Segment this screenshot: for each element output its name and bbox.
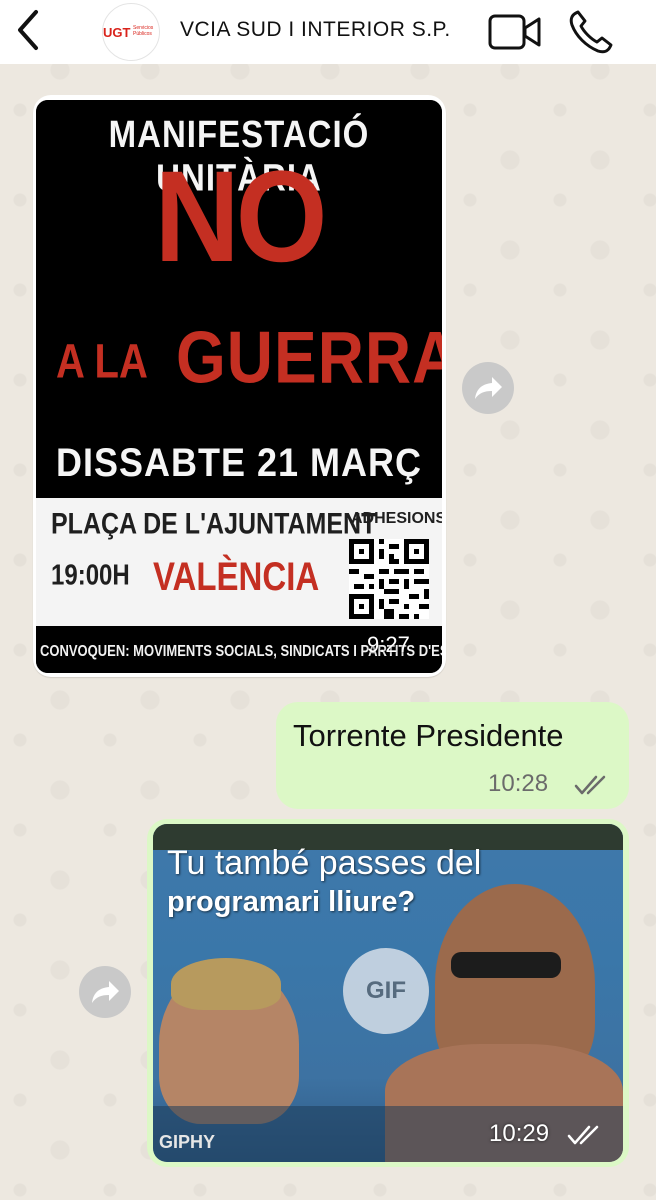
double-check-icon — [567, 1125, 599, 1145]
poster-city: VALÈNCIA — [153, 554, 320, 599]
video-call-button[interactable] — [487, 12, 543, 57]
forward-arrow-icon — [92, 981, 119, 1003]
back-button[interactable] — [8, 8, 48, 52]
poster-no: NO — [154, 144, 328, 290]
double-check-icon — [574, 775, 606, 795]
gif-play-badge[interactable]: GIF — [343, 948, 429, 1034]
gif-person-left-hair — [171, 958, 281, 1010]
giphy-attribution: GIPHY — [159, 1132, 216, 1152]
poster-adhesions-label: ADHESIONS: — [351, 510, 442, 527]
chevron-left-icon — [18, 10, 38, 50]
forward-button[interactable] — [79, 966, 131, 1018]
gif-caption-line2: programari lliure? — [167, 886, 416, 918]
voice-call-button[interactable] — [566, 8, 618, 61]
gif-water — [153, 1106, 623, 1162]
poster-top-section: MANIFESTACIÓ UNITÀRIA NO A LA GUERRA DIS… — [36, 100, 442, 498]
chat-header: UGT Servicios Públicos VCIA SUD I INTERIO… — [0, 0, 656, 64]
gif-caption-line1: Tu també passes del — [167, 844, 482, 882]
video-camera-icon — [488, 14, 541, 50]
message-timestamp: 9:27 — [367, 632, 410, 657]
poster-a-la: A LA — [56, 335, 148, 389]
forward-button[interactable] — [462, 362, 514, 414]
message-text: Torrente Presidente — [293, 718, 564, 753]
poster-hour: 19:00H — [51, 559, 130, 592]
chat-title[interactable]: VCIA SUD I INTERIOR S.P. — [180, 18, 451, 42]
message-timestamp: 10:29 — [489, 1120, 550, 1147]
outgoing-text-message[interactable]: Torrente Presidente 10:28 — [276, 702, 629, 809]
gif-image[interactable]: Tu també passes del programari lliure? G… — [153, 824, 623, 1162]
poster-info-section: PLAÇA DE L'AJUNTAMENT 19:00H VALÈNCIA AD… — [36, 498, 442, 626]
qr-code-icon — [349, 539, 429, 619]
message-timestamp: 10:28 — [488, 770, 549, 797]
poster-guerra: GUERRA — [176, 315, 442, 399]
avatar[interactable]: UGT Servicios Públicos — [102, 3, 160, 61]
avatar-logo-subtitle: Servicios Públicos — [133, 25, 154, 37]
avatar-logo: UGT — [103, 25, 131, 40]
forward-arrow-icon — [475, 377, 502, 399]
phone-icon — [569, 10, 613, 54]
poster-place: PLAÇA DE L'AJUNTAMENT — [51, 507, 377, 541]
gif-person-right-sunglasses — [451, 952, 561, 978]
poster-image[interactable]: MANIFESTACIÓ UNITÀRIA NO A LA GUERRA DIS… — [36, 100, 442, 673]
poster-date: DISSABTE 21 MARÇ — [55, 439, 423, 485]
